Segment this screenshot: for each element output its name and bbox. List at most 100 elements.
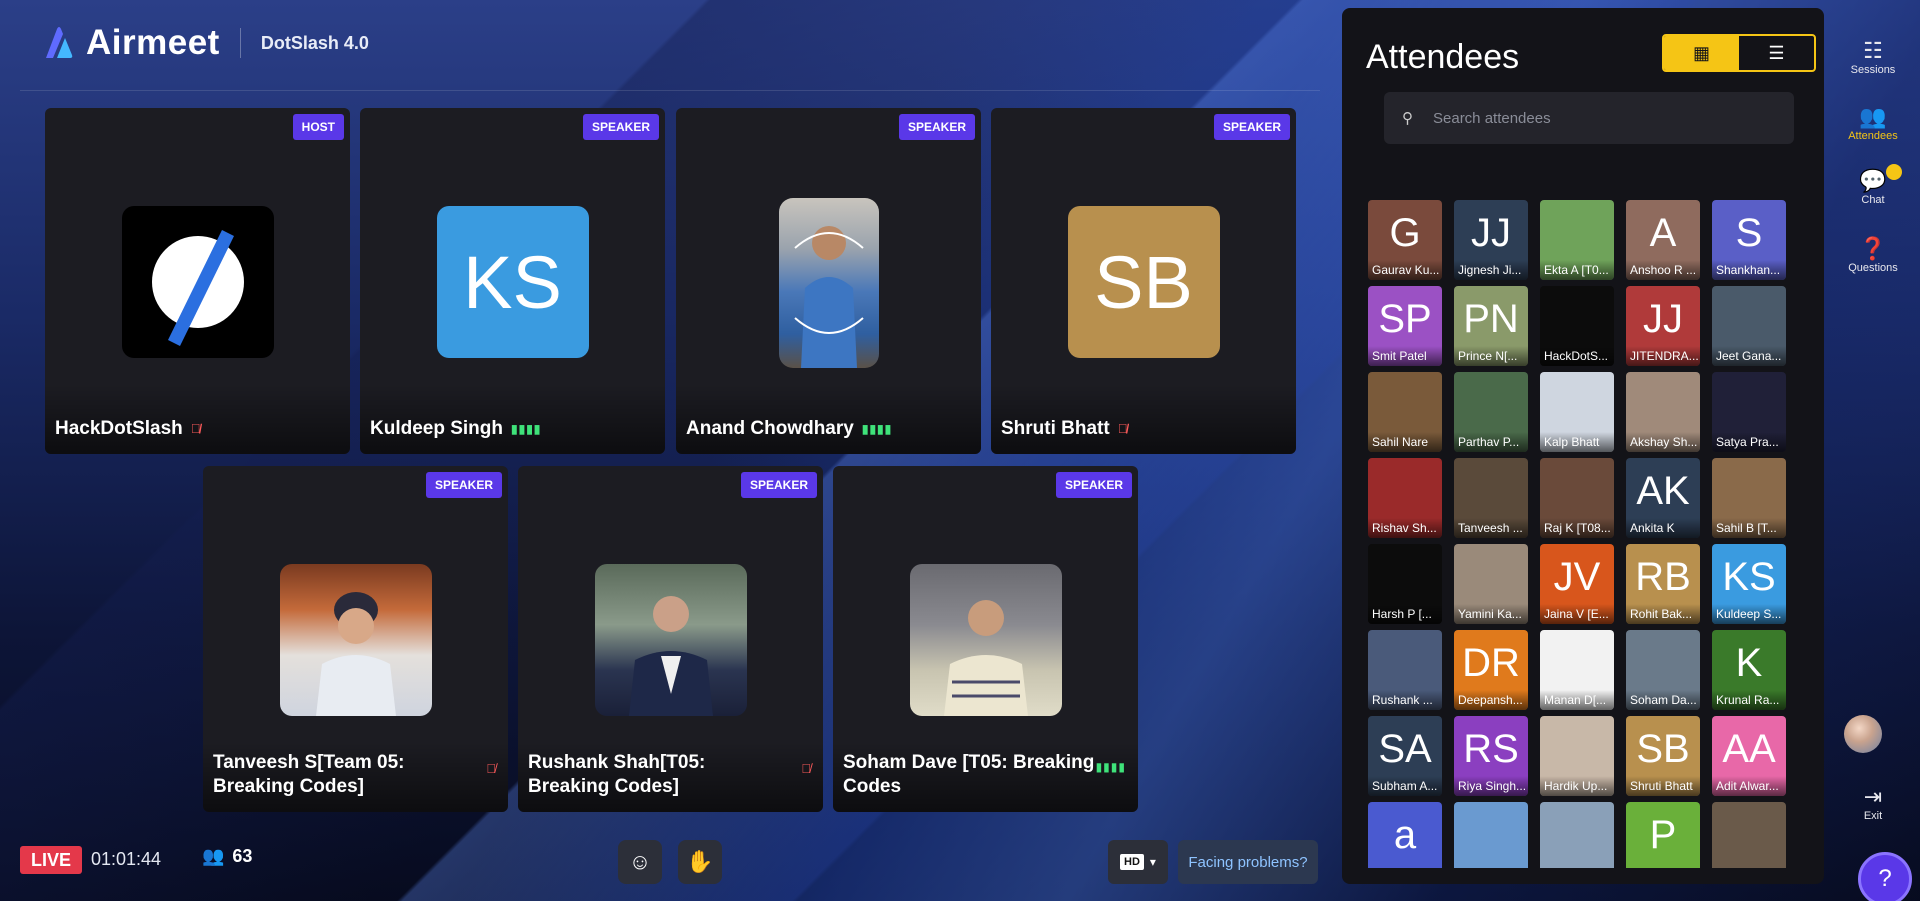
speaker-tile[interactable]: SPEAKER Anand Chowdhary ▮▮▮▮	[676, 108, 981, 454]
list-view-button[interactable]: ☰	[1739, 36, 1814, 70]
video-quality-button[interactable]: HD ▾	[1108, 840, 1168, 884]
attendee-name: Satya Pra...	[1712, 432, 1786, 452]
speaker-tile[interactable]: SPEAKER Soham Dave [T05: Breaking Codes …	[833, 466, 1138, 812]
attendee-card[interactable]	[1540, 802, 1614, 868]
attendee-card[interactable]: Manan D[...	[1540, 630, 1614, 710]
speaker-tile[interactable]: SPEAKER Rushank Shah[T05: Breaking Codes…	[518, 466, 823, 812]
attendee-card[interactable]: JJ JITENDRA...	[1626, 286, 1700, 366]
attendee-name: Krunal Ra...	[1712, 690, 1786, 710]
speaker-tile[interactable]: SB SPEAKER Shruti Bhatt 🎙̸	[991, 108, 1296, 454]
grid-view-button[interactable]: ▦	[1664, 36, 1739, 70]
attendee-initials: K	[1735, 640, 1763, 685]
attendee-initials: AA	[1722, 726, 1776, 771]
questions-button[interactable]: ❓ Questions	[1826, 236, 1920, 274]
sessions-button[interactable]: ☷ Sessions	[1826, 38, 1920, 76]
attendee-card[interactable]: Rishav Sh...	[1368, 458, 1442, 538]
attendee-card[interactable]: Harsh P [...	[1368, 544, 1442, 624]
speaker-tile[interactable]: HOST HackDotSlash 🎙̸	[45, 108, 350, 454]
attendee-name: Sahil Nare	[1368, 432, 1442, 452]
attendee-initials: SB	[1636, 726, 1690, 771]
attendee-card[interactable]: S Shankhan...	[1712, 200, 1786, 280]
attendee-card[interactable]: DR Deepansh...	[1454, 630, 1528, 710]
attendee-card[interactable]: Sahil B [T...	[1712, 458, 1786, 538]
attendee-initials: RB	[1635, 554, 1691, 599]
attendee-card[interactable]: JJ Jignesh Ji...	[1454, 200, 1528, 280]
sessions-label: Sessions	[1850, 64, 1896, 76]
attendee-card[interactable]: Kalp Bhatt	[1540, 372, 1614, 452]
audio-level-icon: ▮▮▮▮	[1095, 760, 1126, 774]
search-input[interactable]	[1433, 109, 1763, 127]
facing-problems-button[interactable]: Facing problems?	[1178, 840, 1318, 884]
attendees-label: Attendees	[1848, 130, 1898, 142]
attendee-name: Akshay Sh...	[1626, 432, 1700, 452]
mic-off-icon: 🎙̸	[486, 761, 496, 776]
attendee-card[interactable]: Satya Pra...	[1712, 372, 1786, 452]
attendee-card[interactable]: Sahil Nare	[1368, 372, 1442, 452]
attendee-card[interactable]	[1712, 802, 1786, 868]
attendee-card[interactable]: SP Smit Patel	[1368, 286, 1442, 366]
attendee-initials: PN	[1463, 296, 1519, 341]
airmeet-logo-icon	[40, 25, 78, 61]
search-box: ⚲	[1384, 92, 1794, 144]
attendee-card[interactable]: HackDotS...	[1540, 286, 1614, 366]
attendee-initials: a	[1393, 812, 1417, 857]
mic-off-icon: 🎙̸	[190, 421, 201, 437]
attendee-card[interactable]: Tanveesh ...	[1454, 458, 1528, 538]
help-button[interactable]: ?	[1858, 852, 1912, 901]
attendee-name: Gaurav Ku...	[1368, 260, 1442, 280]
role-badge: SPEAKER	[1213, 114, 1290, 140]
attendee-card[interactable]: AA Adit Alwar...	[1712, 716, 1786, 796]
attendee-card[interactable]: Parthav P...	[1454, 372, 1528, 452]
attendee-card[interactable]: AK Ankita K	[1626, 458, 1700, 538]
attendee-card[interactable]: KS Kuldeep S...	[1712, 544, 1786, 624]
attendee-card[interactable]: G Gaurav Ku...	[1368, 200, 1442, 280]
exit-label: Exit	[1863, 810, 1883, 822]
attendee-initials: JJ	[1643, 296, 1683, 341]
speaker-tile[interactable]: KS SPEAKER Kuldeep Singh ▮▮▮▮	[360, 108, 665, 454]
participant-count[interactable]: 👥 63	[202, 846, 252, 867]
session-timer: 01:01:44	[91, 849, 162, 869]
attendee-card[interactable]: Ekta A [T0...	[1540, 200, 1614, 280]
attendee-card[interactable]: Raj K [T08...	[1540, 458, 1614, 538]
chevron-down-icon: ▾	[1149, 855, 1156, 869]
mic-off-icon: 🎙̸	[1117, 421, 1128, 437]
reaction-button[interactable]: ☺	[618, 840, 662, 884]
attendee-name: Rohit Bak...	[1626, 604, 1700, 624]
attendee-card[interactable]: RS Riya Singh...	[1454, 716, 1528, 796]
attendee-initials: S	[1735, 210, 1763, 255]
attendee-card[interactable]: Yamini Ka...	[1454, 544, 1528, 624]
chat-icon: 💬	[1859, 168, 1887, 193]
attendee-card[interactable]: PN Prince N[...	[1454, 286, 1528, 366]
attendee-card[interactable]: a	[1368, 802, 1442, 868]
attendee-name: Deepansh...	[1454, 690, 1528, 710]
attendee-name: Jeet Gana...	[1712, 346, 1786, 366]
attendee-name: Anshoo R ...	[1626, 260, 1700, 280]
raise-hand-button[interactable]: ✋	[678, 840, 722, 884]
attendee-card[interactable]: P	[1626, 802, 1700, 868]
speaker-name: Tanveesh S[Team 05: Breaking Codes]	[213, 751, 443, 800]
attendee-card[interactable]	[1454, 802, 1528, 868]
attendee-card[interactable]: JV Jaina V [E...	[1540, 544, 1614, 624]
attendee-card[interactable]: Akshay Sh...	[1626, 372, 1700, 452]
speaker-name: Shruti Bhatt 🎙̸	[1001, 417, 1127, 442]
attendee-card[interactable]: Hardik Up...	[1540, 716, 1614, 796]
attendee-card[interactable]: Rushank ...	[1368, 630, 1442, 710]
right-rail: ☷ Sessions 👥 Attendees 💬 Chat ❓ Question…	[1826, 8, 1920, 884]
exit-button[interactable]: ⇥ Exit	[1826, 784, 1920, 822]
attendee-card[interactable]: SB Shruti Bhatt	[1626, 716, 1700, 796]
attendee-name: Sahil B [T...	[1712, 518, 1786, 538]
attendee-card[interactable]: RB Rohit Bak...	[1626, 544, 1700, 624]
speaker-name-text: HackDotSlash	[55, 418, 183, 440]
attendee-card[interactable]: Jeet Gana...	[1712, 286, 1786, 366]
attendee-card[interactable]: Soham Da...	[1626, 630, 1700, 710]
attendee-card[interactable]: SA Subham A...	[1368, 716, 1442, 796]
role-badge: SPEAKER	[898, 114, 975, 140]
attendee-name: JITENDRA...	[1626, 346, 1700, 366]
chat-button[interactable]: 💬 Chat	[1826, 164, 1920, 206]
attendee-card[interactable]: K Krunal Ra...	[1712, 630, 1786, 710]
attendee-card[interactable]: A Anshoo R ...	[1626, 200, 1700, 280]
speaker-tile[interactable]: SPEAKER Tanveesh S[Team 05: Breaking Cod…	[203, 466, 508, 812]
attendees-button[interactable]: 👥 Attendees	[1826, 104, 1920, 142]
question-icon: ❓	[1859, 236, 1887, 261]
avatar[interactable]	[1844, 715, 1882, 753]
